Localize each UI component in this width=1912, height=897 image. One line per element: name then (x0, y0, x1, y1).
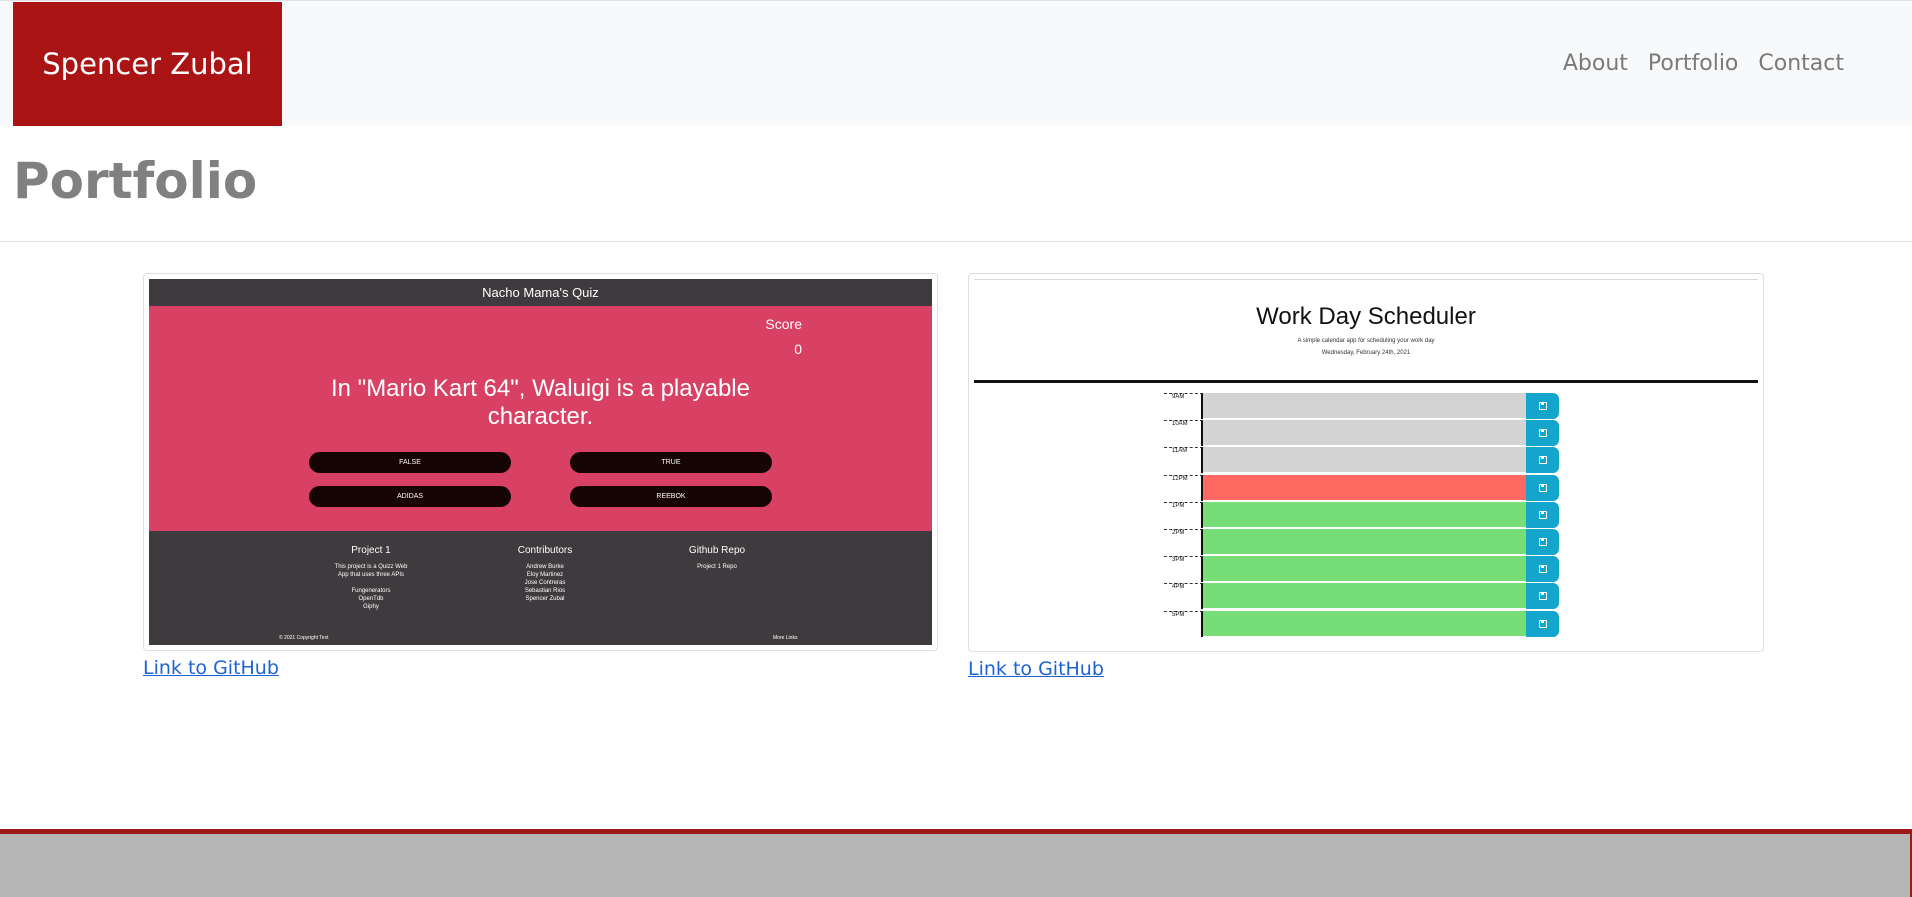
time-block-hour: 4PM (1164, 583, 1203, 610)
quiz-footer-text: Spencer Zubal (525, 596, 565, 602)
floppy-disk-icon (1538, 429, 1547, 438)
floppy-disk-icon (1538, 538, 1547, 546)
quiz-footer-text: Giphy (363, 604, 379, 610)
time-block-textarea (1203, 610, 1526, 637)
quiz-answer-button: ADIDAS (309, 486, 511, 507)
quiz-footer-text: Andrew Burke (526, 564, 564, 570)
quiz-header: Nacho Mama's Quiz (149, 279, 932, 306)
quiz-score-label: Score (765, 316, 802, 332)
nav-link-portfolio[interactable]: Portfolio (1648, 51, 1739, 76)
scheduler-divider (974, 380, 1758, 383)
quiz-footer-more-links: More Links (773, 635, 798, 641)
scheduler-date: Wednesday, February 24th, 2021 (1321, 350, 1411, 356)
scheduler-top-line (974, 279, 1758, 280)
scheduler-title: Work Day Scheduler (1256, 303, 1476, 330)
time-block-save-button (1526, 393, 1559, 419)
time-block-save-button (1526, 420, 1559, 447)
quiz-footer-text: App that uses three APIs (337, 572, 405, 578)
time-block-textarea (1203, 529, 1526, 555)
time-block-row: 9AM (1164, 393, 1559, 419)
time-block-row: 3PM (1164, 556, 1559, 583)
time-block-row: 12PM (1164, 474, 1559, 501)
time-block-row: 10AM (1164, 420, 1559, 447)
quiz-github-link[interactable]: Link to GitHub (143, 657, 279, 679)
quiz-answer-button: TRUE (570, 452, 772, 473)
quiz-footer-text: Project 1 Repo (697, 564, 737, 570)
time-block-textarea (1203, 447, 1526, 474)
quiz-footer-text: OpenTdb (358, 596, 384, 602)
title-divider (0, 241, 1912, 242)
quiz-footer-text: Jose Contreras (524, 580, 566, 586)
time-block-row: 1PM (1164, 501, 1559, 528)
time-block-hour: 11AM (1164, 447, 1203, 474)
page-title: Portfolio (13, 152, 258, 210)
time-block-textarea (1203, 474, 1526, 501)
navbar: Spencer Zubal About Portfolio Contact (0, 0, 1912, 126)
page-footer (0, 829, 1912, 897)
quiz-footer-repo: Github Repo Project 1 Repo (667, 545, 767, 571)
time-block-hour: 9AM (1164, 393, 1203, 419)
quiz-footer-spacer (321, 579, 421, 587)
quiz-footer-text: This project is a Quizz Web (334, 564, 408, 570)
nav-link-contact[interactable]: Contact (1758, 51, 1844, 76)
scheduler-github-link[interactable]: Link to GitHub (968, 658, 1104, 680)
scheduler-preview-image: Work Day Scheduler A simple calendar app… (974, 279, 1758, 646)
floppy-disk-icon (1538, 565, 1547, 574)
quiz-footer-heading: Contributors (517, 545, 573, 556)
scheduler-subtitle: A simple calendar app for scheduling you… (1297, 338, 1435, 344)
quiz-footer-copyright: © 2021 Copyright Text (279, 635, 329, 641)
time-block-hour: 12PM (1164, 474, 1203, 501)
time-block-textarea (1203, 420, 1526, 447)
quiz-preview-image: Nacho Mama's Quiz Score 0 In "Mario Kart… (149, 279, 932, 645)
time-block-hour: 1PM (1164, 501, 1203, 528)
time-block-save-button (1526, 501, 1559, 528)
floppy-disk-icon (1538, 592, 1547, 601)
floppy-disk-icon (1538, 619, 1547, 628)
time-block-hour: 2PM (1164, 529, 1203, 555)
quiz-footer-heading: Project 1 (351, 545, 391, 556)
time-block-save-button (1526, 474, 1559, 501)
quiz-footer-heading: Github Repo (688, 545, 746, 556)
floppy-disk-icon (1538, 510, 1547, 519)
time-block-textarea (1203, 556, 1526, 583)
time-block-textarea (1203, 583, 1526, 610)
quiz-footer-text: Eloy Martinez (526, 572, 564, 578)
time-block-save-button (1526, 529, 1559, 555)
quiz-footer-project: Project 1 This project is a Quizz Web Ap… (321, 545, 421, 611)
time-block-save-button (1526, 556, 1559, 583)
quiz-footer-contributors: Contributors Andrew Burke Eloy Martinez … (495, 545, 595, 603)
quiz-answer-button: FALSE (309, 452, 511, 473)
quiz-footer-text: Fungenerators (351, 588, 391, 594)
time-block-row: 11AM (1164, 447, 1559, 474)
time-block-save-button (1526, 447, 1559, 474)
quiz-score-value: 0 (794, 341, 802, 357)
time-block-hour: 10AM (1164, 420, 1203, 447)
floppy-disk-icon (1538, 456, 1547, 465)
time-block-save-button (1526, 610, 1559, 637)
floppy-disk-icon (1538, 483, 1547, 492)
quiz-question: In "Mario Kart 64", Waluigi is a playabl… (330, 375, 750, 430)
time-block-row: 2PM (1164, 529, 1559, 555)
quiz-answer-button: REEBOK (570, 486, 772, 507)
time-block-hour: 5PM (1164, 610, 1203, 637)
nav-links: About Portfolio Contact (1563, 51, 1844, 76)
time-block-textarea (1203, 393, 1526, 419)
time-block-row: 4PM (1164, 583, 1559, 610)
time-block-row: 5PM (1164, 610, 1559, 637)
project-card-quiz: Nacho Mama's Quiz Score 0 In "Mario Kart… (143, 273, 938, 651)
time-block-hour: 3PM (1164, 556, 1203, 583)
floppy-disk-icon (1538, 402, 1547, 410)
quiz-footer: Project 1 This project is a Quizz Web Ap… (149, 531, 932, 645)
time-block-save-button (1526, 583, 1559, 610)
time-block-textarea (1203, 501, 1526, 528)
nav-link-about[interactable]: About (1563, 51, 1628, 76)
brand-logo[interactable]: Spencer Zubal (13, 2, 282, 126)
quiz-footer-text: Sebastian Rios (524, 588, 566, 594)
project-card-scheduler: Work Day Scheduler A simple calendar app… (968, 273, 1764, 652)
